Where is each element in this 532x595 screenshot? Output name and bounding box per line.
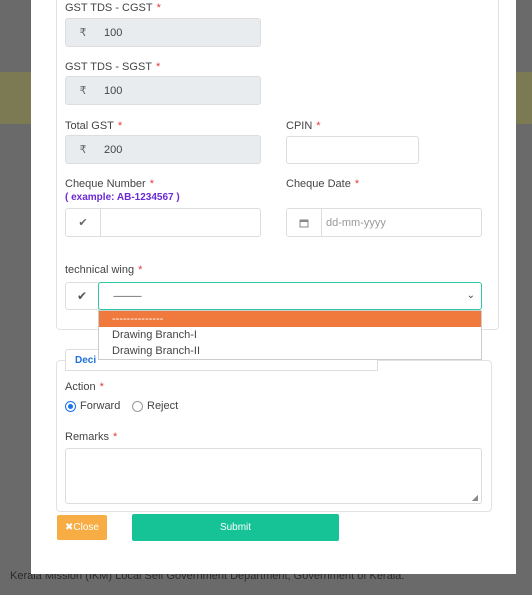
calendar-icon: [287, 209, 321, 236]
cheque-date-label: Cheque Date *: [286, 178, 360, 190]
technical-wing-select[interactable]: -------------- ⌄: [98, 282, 482, 310]
remarks-label: Remarks *: [65, 431, 118, 443]
radio-button[interactable]: [132, 400, 143, 412]
gst-sgst-label: GST TDS - SGST *: [65, 61, 161, 73]
remarks-textarea[interactable]: ◢: [65, 448, 482, 504]
gst-sgst-field: ₹ 100: [65, 76, 261, 105]
check-icon: ✔: [65, 282, 99, 310]
cheque-number-label: Cheque Number *: [65, 178, 154, 190]
payment-details-panel: [56, 0, 499, 330]
rupee-icon: ₹: [66, 77, 100, 104]
close-button[interactable]: ✖Close: [57, 515, 107, 540]
cheque-date-input[interactable]: dd-mm-yyyy: [321, 209, 481, 236]
gst-cgst-value: 100: [100, 19, 260, 46]
radio-button-checked[interactable]: [65, 400, 76, 412]
gst-cgst-label: GST TDS - CGST *: [65, 2, 161, 14]
dropdown-option[interactable]: --------------: [99, 311, 481, 327]
total-gst-label: Total GST *: [65, 120, 123, 132]
rupee-icon: ₹: [66, 136, 100, 163]
gst-cgst-field: ₹ 100: [65, 18, 261, 47]
dropdown-option[interactable]: Drawing Branch-II: [99, 343, 481, 359]
action-label: Action *: [65, 381, 104, 393]
check-icon: ✔: [66, 209, 100, 236]
submit-button[interactable]: Submit: [132, 514, 339, 541]
radio-reject[interactable]: Reject: [132, 400, 178, 412]
technical-wing-label: technical wing *: [65, 264, 143, 276]
cheque-number-hint: ( example: AB-1234567 ): [65, 192, 180, 203]
gst-sgst-value: 100: [100, 77, 260, 104]
rupee-icon: ₹: [66, 19, 100, 46]
cpin-label: CPIN *: [286, 120, 321, 132]
cheque-number-input[interactable]: [100, 209, 260, 236]
cheque-number-field[interactable]: ✔: [65, 208, 261, 237]
radio-forward[interactable]: Forward: [65, 400, 120, 412]
cheque-date-field[interactable]: dd-mm-yyyy: [286, 208, 482, 237]
dropdown-option[interactable]: Drawing Branch-I: [99, 327, 481, 343]
technical-wing-dropdown: -------------- Drawing Branch-I Drawing …: [98, 310, 482, 360]
chevron-down-icon: ⌄: [466, 290, 475, 301]
technical-wing-selected: --------------: [113, 291, 142, 301]
resize-handle-icon[interactable]: ◢: [472, 493, 478, 502]
cpin-input[interactable]: [286, 136, 419, 164]
total-gst-value: 200: [100, 136, 260, 163]
total-gst-field: ₹ 200: [65, 135, 261, 164]
